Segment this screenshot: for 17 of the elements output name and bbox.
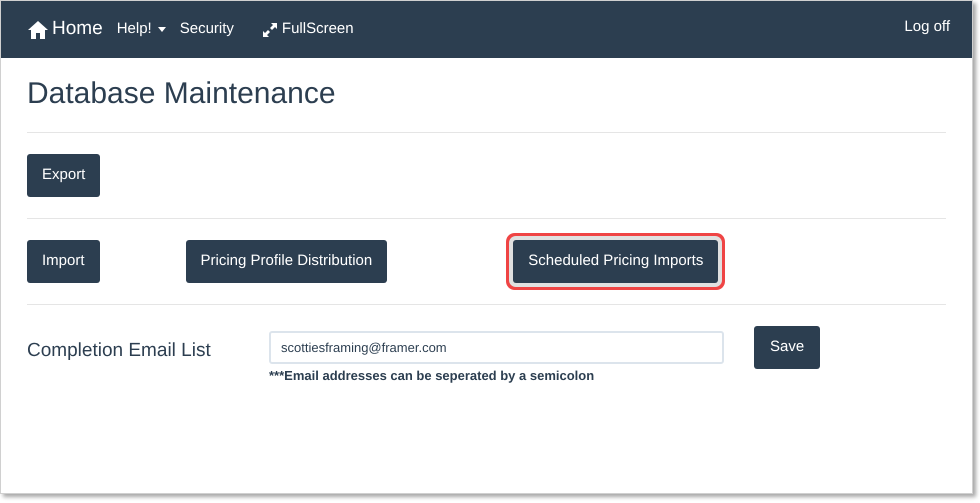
caret-icon (158, 27, 166, 32)
home-icon (27, 20, 49, 40)
action-button[interactable]: Scheduled Pricing Imports (513, 240, 718, 283)
expand-icon (262, 22, 278, 38)
save-button[interactable]: Save (754, 326, 820, 369)
action-button[interactable]: Export (27, 154, 100, 197)
home-link[interactable]: Home (27, 15, 103, 44)
email-hint: ***Email addresses can be seperated by a semicolon (269, 367, 596, 385)
fullscreen-link[interactable]: FullScreen (262, 18, 354, 41)
help-menu[interactable]: Help! (116, 18, 166, 41)
log-off-link[interactable]: Log off (904, 16, 950, 39)
page-title: Database Maintenance (27, 76, 337, 112)
action-button[interactable]: Pricing Profile Distribution (186, 240, 388, 283)
nav-link[interactable]: Security (180, 18, 234, 41)
action-button[interactable]: Import (27, 240, 100, 283)
email-field[interactable]: scottiesframing@framer.com (269, 331, 724, 364)
email-list-label: Completion Email List (27, 339, 212, 363)
